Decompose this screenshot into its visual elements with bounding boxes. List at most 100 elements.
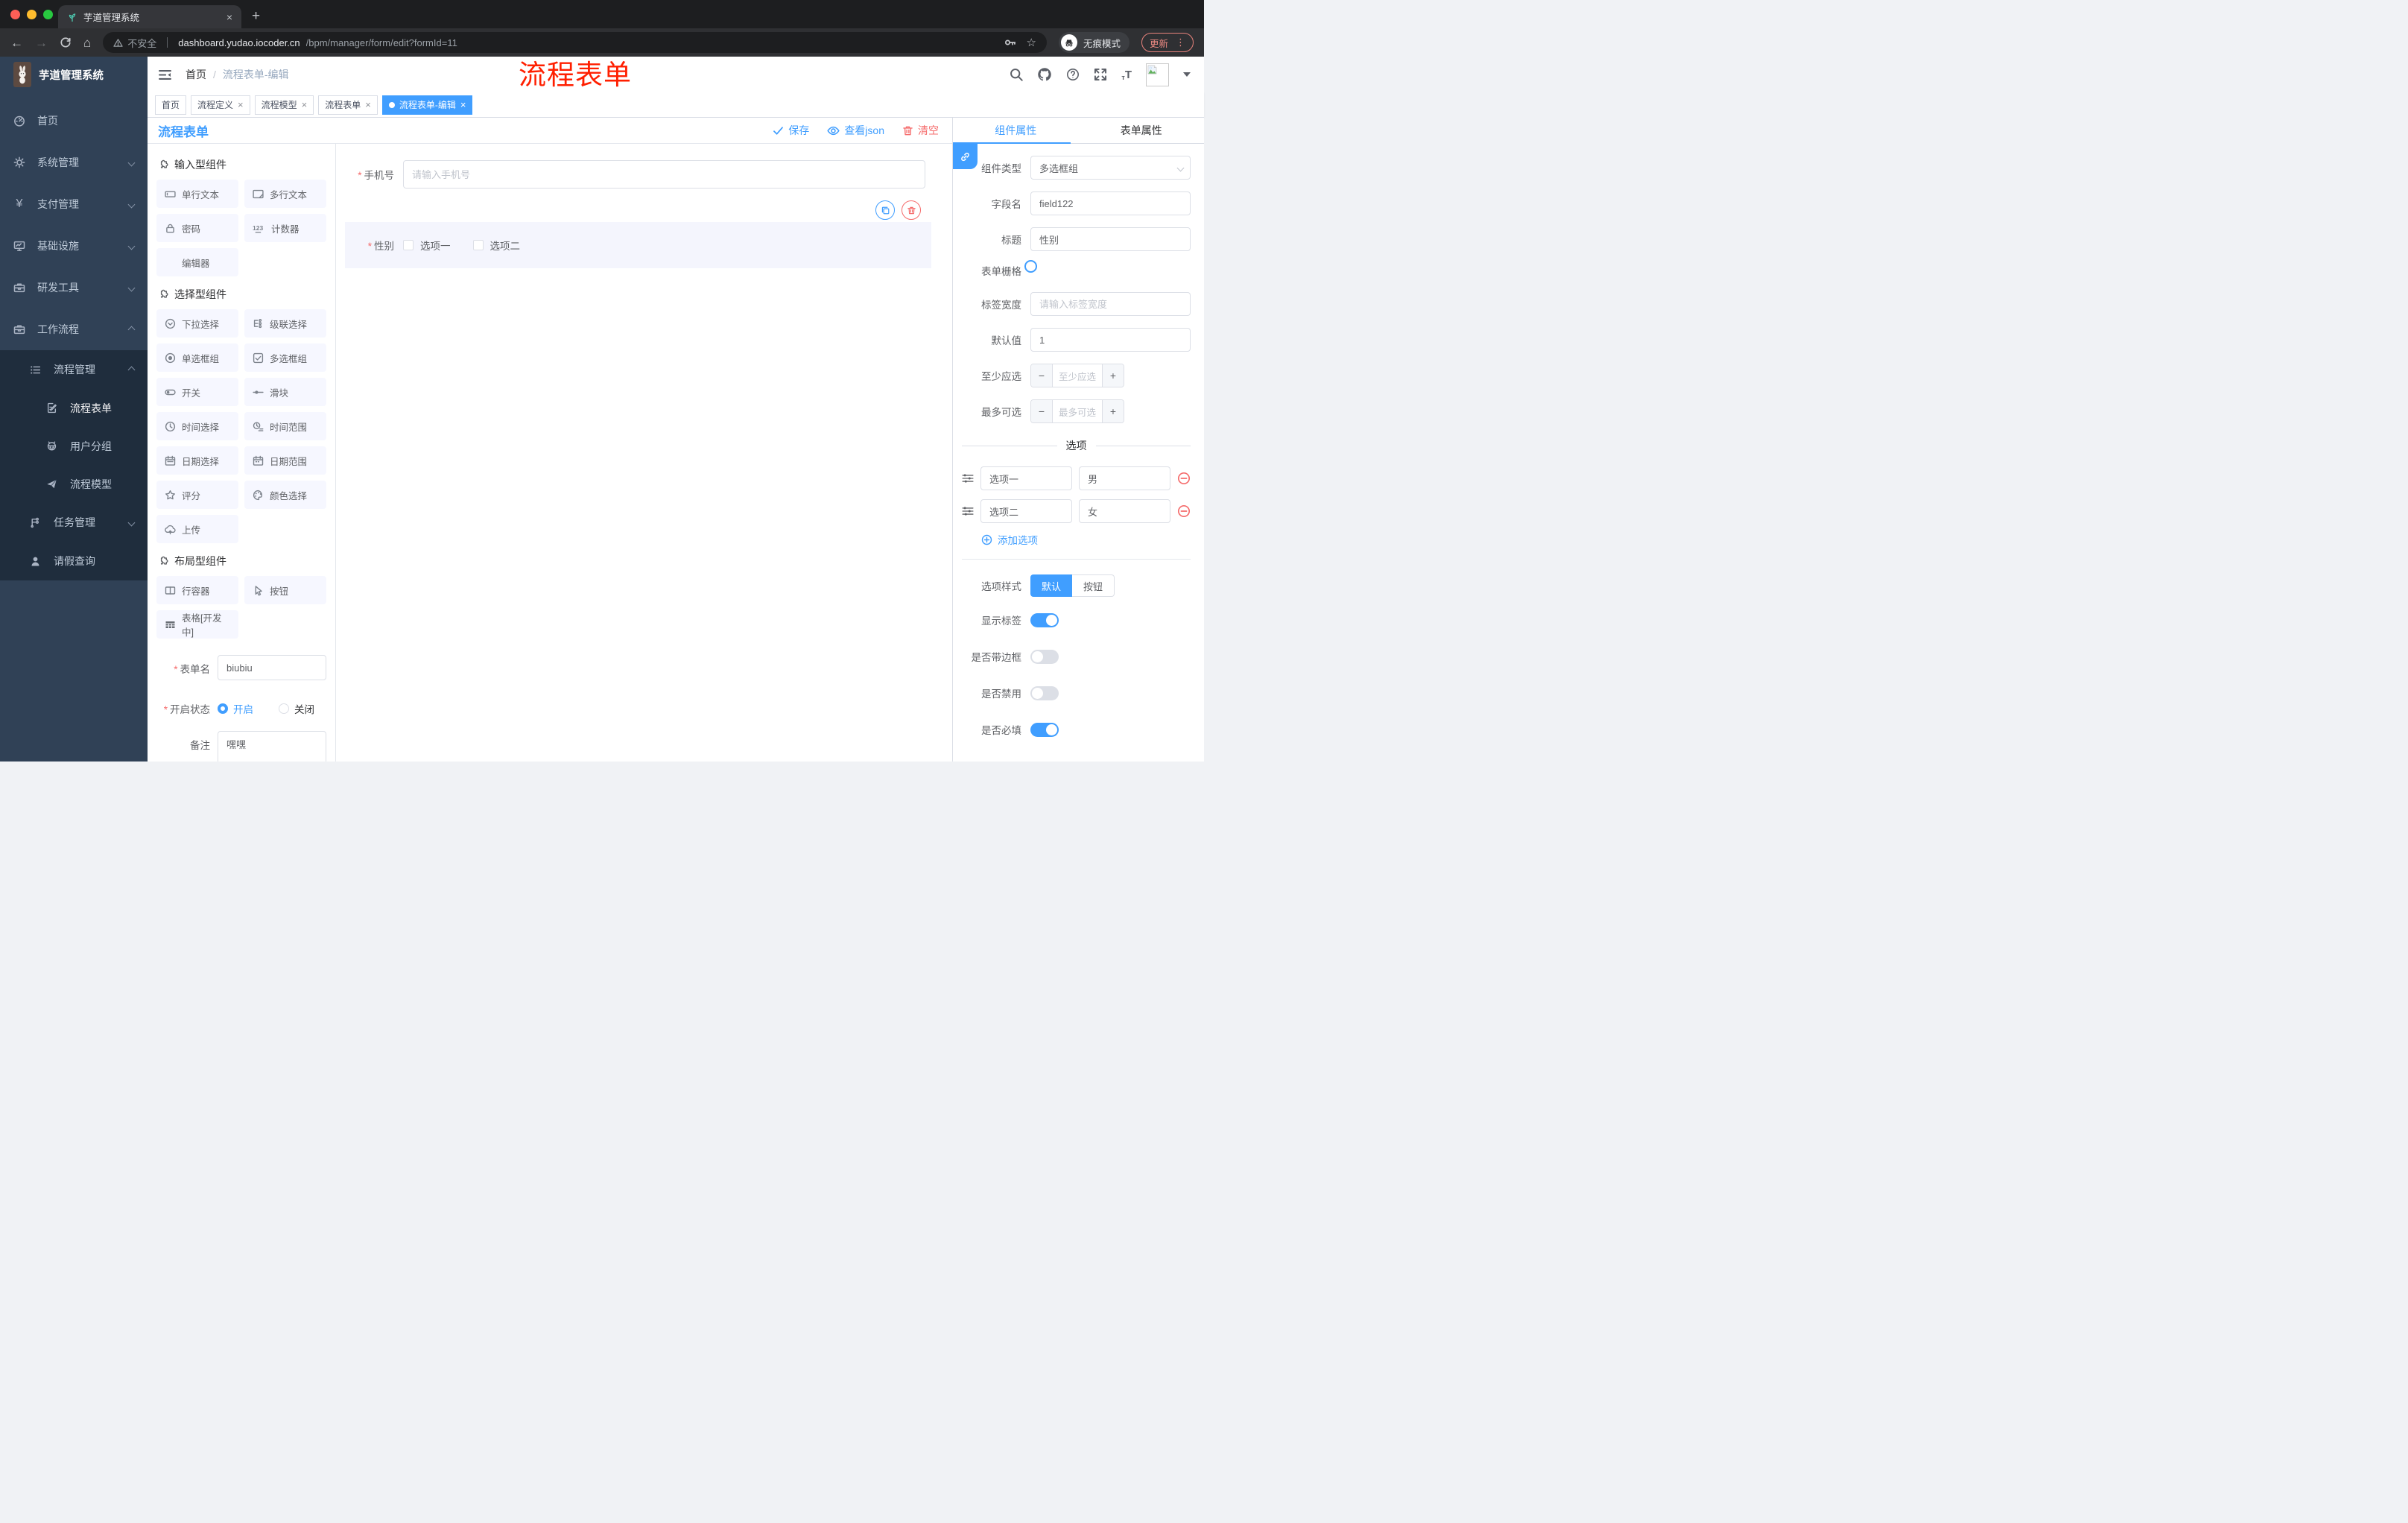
sidebar-item-payment[interactable]: ¥ 支付管理 [0,183,148,225]
palette-item-rate[interactable]: 评分 [156,481,238,509]
tab-close-icon[interactable]: × [226,11,232,23]
show-label-switch[interactable] [1030,612,1059,627]
delete-component-button[interactable] [902,200,921,220]
close-icon[interactable]: × [238,99,244,110]
clear-button[interactable]: 清空 [902,123,939,138]
increase-button[interactable]: + [1102,364,1124,387]
avatar[interactable] [1146,63,1169,86]
remark-textarea[interactable]: 嘿嘿 [218,731,326,762]
option-1-name-input[interactable] [980,466,1072,490]
required-switch[interactable] [1030,722,1059,737]
palette-item-editor[interactable]: 编辑器 [156,248,238,276]
browser-tab[interactable]: 芋道管理系统 × [58,5,241,28]
palette-item-upload[interactable]: 上传 [156,515,238,543]
sidebar-item-process-management[interactable]: 流程管理 [0,350,148,389]
option-2-name-input[interactable] [980,499,1072,523]
copy-component-button[interactable] [875,200,895,220]
tab-form-props[interactable]: 表单属性 [1079,118,1205,143]
remove-option-button[interactable] [1177,504,1191,518]
password-key-icon[interactable] [1004,37,1016,48]
remove-option-button[interactable] [1177,472,1191,485]
save-button[interactable]: 保存 [773,123,809,138]
option-2-value-input[interactable] [1079,499,1170,523]
sidebar-item-task-management[interactable]: 任务管理 [0,503,148,542]
palette-item-cascader[interactable]: 级联选择 [244,309,326,338]
palette-item-counter[interactable]: 123 计数器 [244,214,326,242]
back-button[interactable]: ← [10,37,23,49]
github-icon[interactable] [1037,67,1052,82]
fullscreen-icon[interactable] [1094,68,1107,81]
link-chain-tab[interactable] [953,144,978,169]
palette-item-textarea[interactable]: 多行文本 [244,180,326,208]
close-window-button[interactable] [10,10,20,19]
gender-option-1-checkbox[interactable]: 选项一 [403,238,451,253]
palette-item-slider[interactable]: 滑块 [244,378,326,406]
tag-home[interactable]: 首页 [155,95,187,115]
phone-field-input[interactable] [403,160,925,189]
palette-item-date-picker[interactable]: 日期选择 [156,446,238,475]
maximize-window-button[interactable] [43,10,53,19]
sidebar-item-infrastructure[interactable]: 基础设施 [0,225,148,267]
search-icon[interactable] [1010,68,1024,81]
palette-item-row-container[interactable]: 行容器 [156,576,238,604]
gender-option-2-checkbox[interactable]: 选项二 [472,238,520,253]
palette-item-switch[interactable]: 开关 [156,378,238,406]
tab-component-props[interactable]: 组件属性 [953,118,1079,143]
new-tab-button[interactable]: + [252,8,260,25]
palette-item-color-picker[interactable]: 颜色选择 [244,481,326,509]
reload-button[interactable] [60,37,72,48]
component-type-select[interactable] [1030,156,1191,180]
min-select-value[interactable]: 至少应选 [1053,364,1102,387]
sidebar-item-user-group[interactable]: 用户分组 [0,427,148,465]
forward-button[interactable]: → [35,37,48,49]
security-chip[interactable]: 不安全 [113,36,156,50]
palette-item-radio-group[interactable]: 单选框组 [156,343,238,372]
default-value-input[interactable] [1030,328,1191,352]
palette-item-single-text[interactable]: 单行文本 [156,180,238,208]
help-icon[interactable] [1066,68,1080,81]
palette-item-time-picker[interactable]: 时间选择 [156,412,238,440]
palette-item-time-range[interactable]: 时间范围 [244,412,326,440]
selected-component-gender[interactable]: 性别 选项一 选项二 [345,222,931,268]
palette-item-select[interactable]: 下拉选择 [156,309,238,338]
bookmark-star-icon[interactable]: ☆ [1027,36,1036,49]
close-icon[interactable]: × [460,99,466,110]
palette-item-checkbox-group[interactable]: 多选框组 [244,343,326,372]
font-size-icon[interactable]: тT [1121,69,1132,81]
decrease-button[interactable]: − [1031,364,1053,387]
increase-button[interactable]: + [1102,400,1124,422]
view-json-button[interactable]: 查看json [827,123,884,138]
tag-process-form-edit[interactable]: 流程表单-编辑 × [381,95,473,115]
label-width-input[interactable] [1030,292,1191,316]
minimize-window-button[interactable] [27,10,37,19]
style-default-button[interactable]: 默认 [1030,574,1073,597]
sidebar-item-system[interactable]: 系统管理 [0,142,148,183]
sidebar-item-home[interactable]: 首页 [0,100,148,142]
disabled-switch[interactable] [1030,685,1059,700]
palette-item-table[interactable]: 表格[开发中] [156,610,238,639]
title-input[interactable] [1030,227,1191,251]
field-name-input[interactable] [1030,191,1191,215]
close-icon[interactable]: × [365,99,371,110]
tag-process-def[interactable]: 流程定义 × [191,95,250,115]
style-button-button[interactable]: 按钮 [1072,574,1115,597]
decrease-button[interactable]: − [1031,400,1053,422]
sidebar-item-workflow[interactable]: 工作流程 [0,308,148,350]
palette-item-date-range[interactable]: 日期范围 [244,446,326,475]
window-controls[interactable] [10,10,53,19]
drag-handle-icon[interactable] [962,505,974,517]
tag-process-form[interactable]: 流程表单 × [318,95,378,115]
browser-update-button[interactable]: 更新 ⋮ [1141,33,1194,52]
tag-process-model[interactable]: 流程模型 × [254,95,314,115]
sidebar-item-process-model[interactable]: 流程模型 [0,465,148,503]
option-1-value-input[interactable] [1079,466,1170,490]
drag-handle-icon[interactable] [962,472,974,484]
url-bar[interactable]: 不安全 dashboard.yudao.iocoder.cn/bpm/manag… [103,32,1047,53]
palette-item-password[interactable]: 密码 [156,214,238,242]
form-canvas[interactable]: 手机号 性别 选项一 选项二 [336,144,952,762]
form-name-input[interactable] [218,655,326,680]
home-button[interactable]: ⌂ [83,37,91,49]
slider-handle[interactable] [1024,259,1037,273]
sidebar-item-leave-query[interactable]: 请假查询 [0,542,148,580]
browser-menu-icon[interactable]: ⋮ [1176,37,1185,48]
